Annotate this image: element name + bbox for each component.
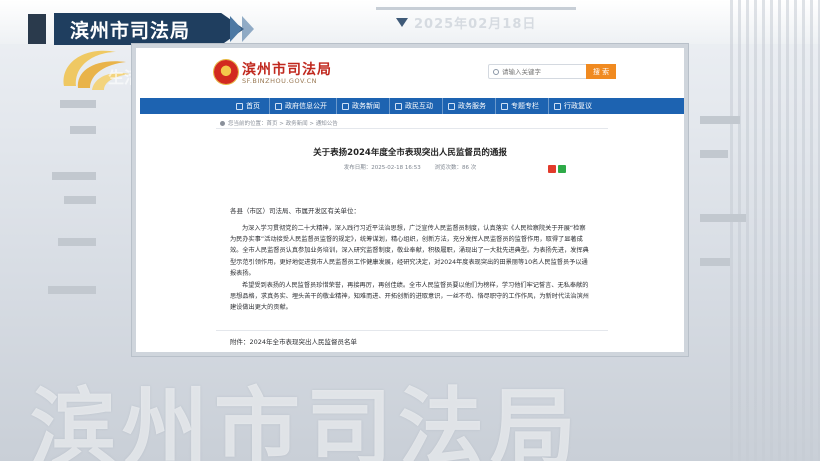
breadcrumb-text[interactable]: 您当前的位置：首页 > 政务新闻 > 通知公告 bbox=[228, 119, 338, 127]
home-icon bbox=[236, 102, 243, 110]
ghost-title: 滨州市司法局 bbox=[30, 379, 582, 461]
channel-title: 滨州市司法局 bbox=[70, 19, 191, 42]
national-emblem-icon bbox=[214, 60, 238, 84]
info-icon bbox=[275, 102, 282, 110]
triangle-marker-icon bbox=[396, 17, 408, 27]
channel-tab-marker bbox=[28, 14, 46, 44]
publish-date: 发布日期：2025-02-18 16:53 bbox=[343, 165, 421, 171]
nav-item-label: 政民互动 bbox=[405, 102, 433, 110]
location-icon bbox=[220, 120, 225, 126]
weibo-share-icon[interactable] bbox=[548, 165, 556, 173]
nav-item-news[interactable]: 政务新闻 bbox=[336, 98, 385, 114]
nav-item-home[interactable]: 首页 bbox=[231, 98, 265, 114]
channel-title-badge: 滨州市司法局 bbox=[54, 13, 244, 45]
nav-item-services[interactable]: 政务服务 bbox=[442, 98, 491, 114]
divider bbox=[216, 128, 608, 129]
broadcast-date: 2025年02月18日 bbox=[396, 14, 537, 32]
attachment-link[interactable]: 附件：2024年全市表现突出人民监督员名单 bbox=[230, 336, 357, 346]
search-icon bbox=[493, 68, 499, 75]
nav-item-label: 行政复议 bbox=[564, 102, 592, 110]
breadcrumb: 您当前的位置：首页 > 政务新闻 > 通知公告 bbox=[220, 119, 338, 127]
nav-item-info-disclosure[interactable]: 政府信息公开 bbox=[269, 98, 332, 114]
nav-item-topics[interactable]: 专题专栏 bbox=[495, 98, 544, 114]
topic-icon bbox=[501, 102, 508, 110]
webpage-frame: 滨州市司法局 SF.BINZHOU.GOV.CN 搜 索 首页 政府信息公开 政… bbox=[132, 44, 688, 356]
salutation: 各县（市区）司法局、市属开发区有关单位： bbox=[230, 207, 360, 215]
nav-item-label: 专题专栏 bbox=[511, 102, 539, 110]
share-buttons bbox=[548, 165, 566, 173]
decorative-stripes bbox=[730, 0, 820, 461]
chevron-right-icon bbox=[230, 16, 242, 42]
nav-item-label: 政府信息公开 bbox=[285, 102, 327, 110]
main-nav: 首页 政府信息公开 政务新闻 政民互动 政务服务 专题专栏 行政复议 bbox=[140, 98, 684, 114]
service-icon bbox=[448, 102, 455, 110]
wechat-share-icon[interactable] bbox=[558, 165, 566, 173]
review-icon bbox=[554, 102, 561, 110]
nav-item-interaction[interactable]: 政民互动 bbox=[389, 98, 438, 114]
article-meta: 发布日期：2025-02-18 16:53 浏览次数：86 次 bbox=[136, 163, 684, 171]
site-domain: SF.BINZHOU.GOV.CN bbox=[242, 77, 318, 85]
site-name[interactable]: 滨州市司法局 bbox=[242, 59, 332, 79]
chat-icon bbox=[395, 102, 402, 110]
chevron-right-icon bbox=[242, 16, 254, 42]
nav-item-label: 首页 bbox=[246, 102, 260, 110]
site-header: 滨州市司法局 SF.BINZHOU.GOV.CN 搜 索 bbox=[136, 48, 684, 94]
date-text: 2025年02月18日 bbox=[414, 16, 537, 32]
article-title: 关于表扬2024年度全市表现突出人民监督员的通报 bbox=[313, 148, 507, 158]
nav-item-label: 政务服务 bbox=[458, 102, 486, 110]
nav-item-label: 政务新闻 bbox=[352, 102, 380, 110]
search-button[interactable]: 搜 索 bbox=[586, 64, 616, 79]
view-count: 浏览次数：86 次 bbox=[434, 165, 477, 171]
nav-item-review[interactable]: 行政复议 bbox=[548, 98, 597, 114]
news-icon bbox=[342, 102, 349, 110]
article-paragraph: 为深入学习贯彻党的二十大精神，深入践行习近平法治思想，广泛宣传人民监督员制度，认… bbox=[230, 225, 589, 277]
article-paragraph: 希望受到表扬的人民监督员珍惜荣誉，再接再厉，再创佳绩。全市人民监督员要以他们为榜… bbox=[230, 282, 589, 312]
divider bbox=[216, 330, 608, 331]
date-bar bbox=[376, 7, 576, 10]
